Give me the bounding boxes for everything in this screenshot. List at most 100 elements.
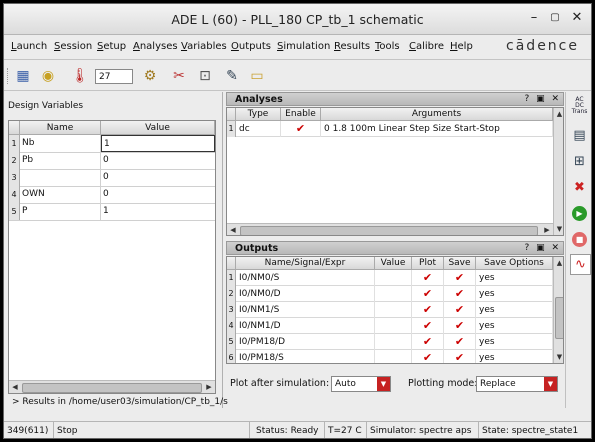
settings-icon[interactable]: ⚙ [140,66,160,86]
panel-window-buttons[interactable]: ? ▣ ✕ [524,242,561,255]
enable-column-header[interactable]: Enable [281,108,321,121]
save-checkbox[interactable]: ✔ [444,318,476,334]
output-name[interactable]: I0/NM0/D [236,286,375,302]
open-folder-icon[interactable]: ▭ [247,66,267,86]
vertical-scrollbar[interactable]: ▲ ▼ [553,108,563,235]
run-icon[interactable]: ▶ [570,204,589,223]
minimize-icon[interactable]: – [526,10,542,26]
menu-session[interactable]: Session [54,41,92,52]
menu-help[interactable]: Help [450,41,473,52]
scroll-thumb[interactable] [555,297,563,339]
plot-checkbox[interactable]: ✔ [412,270,444,286]
scroll-left-icon[interactable]: ◀ [10,382,20,392]
save-checkbox[interactable]: ✔ [444,334,476,350]
menu-calibre[interactable]: Calibre [409,41,444,52]
output-name[interactable]: I0/NM1/D [236,318,375,334]
table-row[interactable]: 5 I0/PM18/D ✔ ✔ yes [227,334,563,350]
menu-simulation[interactable]: Simulation [277,41,330,52]
edit-icon[interactable]: ✎ [222,66,242,86]
save-option[interactable]: yes [476,286,553,302]
variable-name[interactable]: P [20,203,101,220]
save-options-column-header[interactable]: Save Options [476,257,553,270]
analyses-table[interactable]: Type Enable Arguments 1 dc ✔ 0 1.8 100m … [226,107,564,236]
arguments-column-header[interactable]: Arguments [321,108,553,121]
table-row[interactable]: 4 I0/NM1/D ✔ ✔ yes [227,318,563,334]
delete-icon[interactable]: ✖ [570,178,589,197]
table-row[interactable]: 2 Pb 0 [9,152,215,170]
variable-name[interactable] [20,169,101,186]
output-name[interactable]: I0/NM0/S [236,270,375,286]
table-row[interactable]: 3 I0/NM1/S ✔ ✔ yes [227,302,563,318]
scroll-left-icon[interactable]: ◀ [228,225,238,235]
load-state-icon[interactable]: ◉ [38,66,58,86]
plotting-mode-select[interactable]: Replace ▼ [476,376,558,392]
table-row[interactable]: 6 I0/PM18/S ✔ ✔ yes [227,350,563,363]
variable-value[interactable]: 0 [101,169,215,186]
analysis-type[interactable]: dc [236,121,281,137]
variable-name[interactable]: OWN [20,186,101,203]
design-variables-icon[interactable]: ▤ [570,126,589,145]
vertical-scrollbar[interactable]: ▲ ▼ [553,257,563,363]
value-column-header[interactable]: Value [375,257,412,270]
panel-window-buttons[interactable]: ? ▣ ✕ [524,93,561,106]
value-column-header[interactable]: Value [101,121,215,135]
save-checkbox[interactable]: ✔ [444,270,476,286]
table-row[interactable]: 1 I0/NM0/S ✔ ✔ yes [227,270,563,286]
scroll-down-icon[interactable]: ▼ [554,224,563,234]
variable-name[interactable]: Pb [20,152,101,169]
temperature-input[interactable]: 27 [95,69,133,84]
variable-value[interactable]: 0 [101,186,215,203]
scroll-right-icon[interactable]: ▶ [542,225,552,235]
variable-value[interactable]: 0 [101,152,215,169]
analysis-ac-dc-tran-icon[interactable]: AC DC Trans [570,96,589,115]
plot-checkbox[interactable]: ✔ [412,334,444,350]
plot-checkbox[interactable]: ✔ [412,318,444,334]
scroll-thumb[interactable] [22,383,202,393]
menu-launch[interactable]: Launch [11,41,47,52]
variable-value[interactable]: 1 [101,203,215,220]
save-checkbox[interactable]: ✔ [444,286,476,302]
output-name[interactable]: I0/NM1/S [236,302,375,318]
name-column-header[interactable]: Name [20,121,101,135]
menu-variables[interactable]: Variables [181,41,227,52]
plot-checkbox[interactable]: ✔ [412,302,444,318]
plot-after-select[interactable]: Auto ▼ [331,376,391,392]
menu-analyses[interactable]: Analyses [133,41,178,52]
table-row[interactable]: 5 P 1 [9,203,215,221]
type-column-header[interactable]: Type [236,108,281,121]
save-column-header[interactable]: Save [444,257,476,270]
menu-outputs[interactable]: Outputs [231,41,271,52]
scroll-up-icon[interactable]: ▲ [554,109,563,119]
scroll-up-icon[interactable]: ▲ [554,258,563,268]
scroll-down-icon[interactable]: ▼ [554,352,563,362]
menu-setup[interactable]: Setup [97,41,126,52]
save-option[interactable]: yes [476,270,553,286]
name-signal-expr-column-header[interactable]: Name/Signal/Expr [236,257,375,270]
design-variables-table[interactable]: Name Value 1 Nb 1 2 Pb 0 3 0 4 OWN 0 5 P… [8,120,216,394]
save-option[interactable]: yes [476,334,553,350]
plot-column-header[interactable]: Plot [412,257,444,270]
variable-value[interactable]: 1 [101,135,215,152]
horizontal-scrollbar[interactable]: ◀ ▶ [9,380,215,393]
output-name[interactable]: I0/PM18/D [236,334,375,350]
plot-checkbox[interactable]: ✔ [412,350,444,363]
table-row[interactable]: 4 OWN 0 [9,186,215,204]
stop-icon[interactable]: ■ [570,230,589,249]
maximize-icon[interactable]: ▢ [547,10,563,26]
menu-tools[interactable]: Tools [375,41,400,52]
plot-checkbox[interactable]: ✔ [412,286,444,302]
outputs-setup-icon[interactable]: ⊞ [570,152,589,171]
save-icon[interactable]: ▦ [13,66,33,86]
menu-results[interactable]: Results [334,41,370,52]
scroll-thumb[interactable] [240,226,538,235]
save-option[interactable]: yes [476,350,553,363]
save-option[interactable]: yes [476,302,553,318]
close-icon[interactable]: ✕ [569,10,585,26]
table-row[interactable]: 3 0 [9,169,215,187]
enable-checkbox[interactable]: ✔ [281,121,321,137]
save-checkbox[interactable]: ✔ [444,350,476,363]
save-option[interactable]: yes [476,318,553,334]
scroll-right-icon[interactable]: ▶ [204,382,214,392]
lock-icon[interactable]: ⊡ [195,66,215,86]
outputs-table[interactable]: Name/Signal/Expr Value Plot Save Save Op… [226,256,564,364]
